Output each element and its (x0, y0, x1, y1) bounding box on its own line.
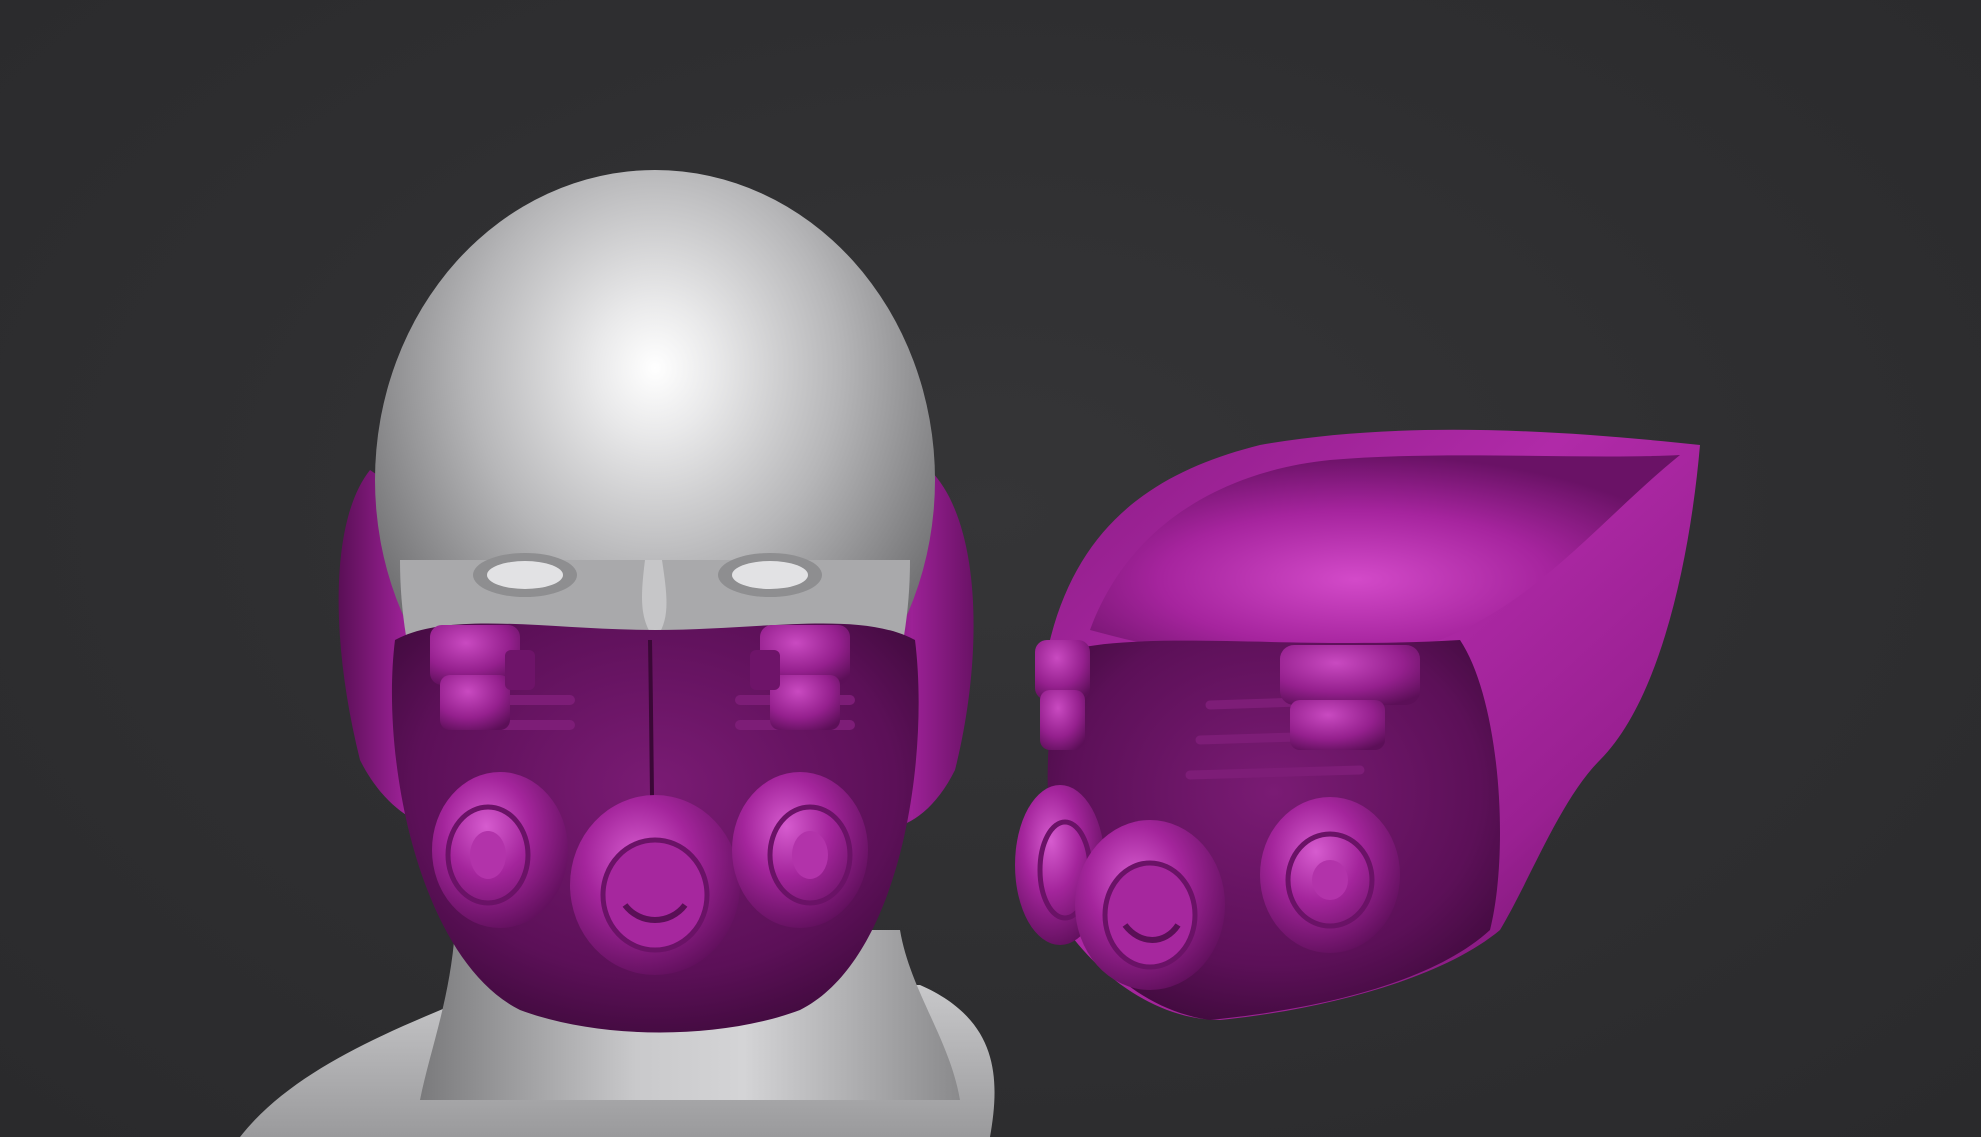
left-filter (432, 772, 568, 928)
mask-three-quarter (1015, 429, 1700, 1021)
center-filter (570, 795, 740, 975)
side-buckle-left (1035, 640, 1090, 750)
right-filter (732, 772, 868, 928)
render-viewport (0, 0, 1981, 1137)
side-filter-right (1260, 797, 1400, 953)
head-with-mask (240, 170, 995, 1137)
render-scene (240, 170, 1700, 1137)
side-filter-center (1075, 820, 1225, 990)
